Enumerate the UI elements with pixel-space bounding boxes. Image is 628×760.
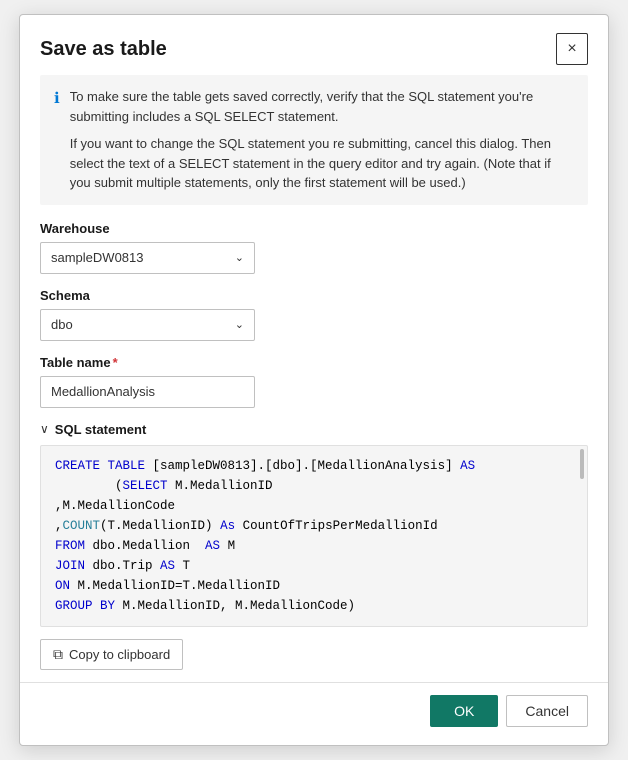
- sql-label: SQL statement: [55, 422, 147, 437]
- sql-scrollbar[interactable]: [580, 449, 584, 479]
- dialog-footer: OK Cancel: [20, 682, 608, 745]
- sql-line-6: JOIN dbo.Trip AS T: [55, 556, 573, 576]
- schema-value: dbo: [51, 317, 73, 332]
- sql-line-7: ON M.MedallionID=T.MedallionID: [55, 576, 573, 596]
- info-icon: ℹ: [54, 88, 60, 193]
- sql-section: ∨ SQL statement CREATE TABLE [sampleDW08…: [20, 422, 608, 627]
- sql-line-3: ,M.MedallionCode: [55, 496, 573, 516]
- warehouse-value: sampleDW0813: [51, 250, 144, 265]
- info-line2: If you want to change the SQL statement …: [70, 134, 574, 193]
- table-name-input[interactable]: [40, 376, 255, 408]
- warehouse-section: Warehouse sampleDW0813 ⌄: [20, 221, 608, 274]
- schema-dropdown[interactable]: dbo ⌄: [40, 309, 255, 341]
- schema-section: Schema dbo ⌄: [20, 288, 608, 341]
- sql-header[interactable]: ∨ SQL statement: [40, 422, 588, 437]
- dialog-title: Save as table: [40, 38, 167, 61]
- sql-chevron-icon: ∨: [40, 422, 49, 436]
- info-line1: To make sure the table gets saved correc…: [70, 87, 574, 126]
- schema-chevron-icon: ⌄: [235, 318, 244, 331]
- warehouse-label: Warehouse: [40, 221, 588, 236]
- sql-line-4: ,COUNT(T.MedallionID) As CountOfTripsPer…: [55, 516, 573, 536]
- schema-label: Schema: [40, 288, 588, 303]
- warehouse-dropdown[interactable]: sampleDW0813 ⌄: [40, 242, 255, 274]
- save-as-table-dialog: Save as table × ℹ To make sure the table…: [19, 14, 609, 746]
- copy-icon: ⧉: [53, 646, 63, 663]
- cancel-button[interactable]: Cancel: [506, 695, 588, 727]
- ok-button[interactable]: OK: [430, 695, 498, 727]
- sql-line-1: CREATE TABLE [sampleDW0813].[dbo].[Medal…: [55, 456, 573, 476]
- table-name-section: Table name*: [20, 355, 608, 422]
- close-button[interactable]: ×: [556, 33, 588, 65]
- sql-line-8: GROUP BY M.MedallionID, M.MedallionCode): [55, 596, 573, 616]
- sql-line-5: FROM dbo.Medallion AS M: [55, 536, 573, 556]
- info-text: To make sure the table gets saved correc…: [70, 87, 574, 193]
- copy-label: Copy to clipboard: [69, 647, 170, 662]
- warehouse-chevron-icon: ⌄: [235, 251, 244, 264]
- info-box: ℹ To make sure the table gets saved corr…: [40, 75, 588, 205]
- copy-clipboard-button[interactable]: ⧉ Copy to clipboard: [40, 639, 183, 670]
- dialog-header: Save as table ×: [20, 15, 608, 75]
- sql-code-box: CREATE TABLE [sampleDW0813].[dbo].[Medal…: [40, 445, 588, 627]
- sql-line-2: (SELECT M.MedallionID: [55, 476, 573, 496]
- table-name-label: Table name*: [40, 355, 588, 370]
